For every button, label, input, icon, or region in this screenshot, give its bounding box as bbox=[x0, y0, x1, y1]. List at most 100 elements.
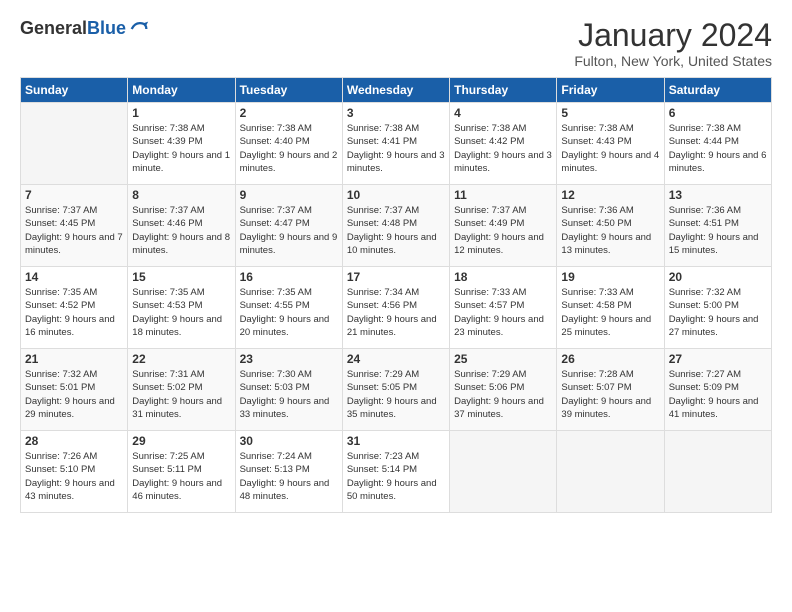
day-number: 25 bbox=[454, 352, 552, 366]
table-row: 14 Sunrise: 7:35 AMSunset: 4:52 PMDaylig… bbox=[21, 267, 128, 349]
table-row: 3 Sunrise: 7:38 AMSunset: 4:41 PMDayligh… bbox=[342, 103, 449, 185]
sun-info: Sunrise: 7:38 AMSunset: 4:43 PMDaylight:… bbox=[561, 122, 659, 175]
col-tuesday: Tuesday bbox=[235, 78, 342, 103]
table-row: 22 Sunrise: 7:31 AMSunset: 5:02 PMDaylig… bbox=[128, 349, 235, 431]
day-number: 22 bbox=[132, 352, 230, 366]
day-number: 11 bbox=[454, 188, 552, 202]
day-number: 5 bbox=[561, 106, 659, 120]
sun-info: Sunrise: 7:38 AMSunset: 4:39 PMDaylight:… bbox=[132, 122, 230, 175]
day-number: 12 bbox=[561, 188, 659, 202]
sun-info: Sunrise: 7:36 AMSunset: 4:51 PMDaylight:… bbox=[669, 204, 767, 257]
table-row: 2 Sunrise: 7:38 AMSunset: 4:40 PMDayligh… bbox=[235, 103, 342, 185]
day-number: 30 bbox=[240, 434, 338, 448]
day-number: 10 bbox=[347, 188, 445, 202]
calendar-week-3: 14 Sunrise: 7:35 AMSunset: 4:52 PMDaylig… bbox=[21, 267, 772, 349]
sun-info: Sunrise: 7:32 AMSunset: 5:01 PMDaylight:… bbox=[25, 368, 123, 421]
logo-general: General bbox=[20, 18, 87, 38]
table-row: 28 Sunrise: 7:26 AMSunset: 5:10 PMDaylig… bbox=[21, 431, 128, 513]
sun-info: Sunrise: 7:35 AMSunset: 4:52 PMDaylight:… bbox=[25, 286, 123, 339]
sun-info: Sunrise: 7:34 AMSunset: 4:56 PMDaylight:… bbox=[347, 286, 445, 339]
day-number: 4 bbox=[454, 106, 552, 120]
day-number: 8 bbox=[132, 188, 230, 202]
title-block: January 2024 Fulton, New York, United St… bbox=[574, 18, 772, 69]
sun-info: Sunrise: 7:38 AMSunset: 4:40 PMDaylight:… bbox=[240, 122, 338, 175]
table-row: 6 Sunrise: 7:38 AMSunset: 4:44 PMDayligh… bbox=[664, 103, 771, 185]
table-row: 10 Sunrise: 7:37 AMSunset: 4:48 PMDaylig… bbox=[342, 185, 449, 267]
header-row: Sunday Monday Tuesday Wednesday Thursday… bbox=[21, 78, 772, 103]
table-row bbox=[21, 103, 128, 185]
sun-info: Sunrise: 7:32 AMSunset: 5:00 PMDaylight:… bbox=[669, 286, 767, 339]
day-number: 18 bbox=[454, 270, 552, 284]
sun-info: Sunrise: 7:37 AMSunset: 4:48 PMDaylight:… bbox=[347, 204, 445, 257]
col-saturday: Saturday bbox=[664, 78, 771, 103]
table-row: 29 Sunrise: 7:25 AMSunset: 5:11 PMDaylig… bbox=[128, 431, 235, 513]
table-row: 15 Sunrise: 7:35 AMSunset: 4:53 PMDaylig… bbox=[128, 267, 235, 349]
table-row: 24 Sunrise: 7:29 AMSunset: 5:05 PMDaylig… bbox=[342, 349, 449, 431]
table-row: 30 Sunrise: 7:24 AMSunset: 5:13 PMDaylig… bbox=[235, 431, 342, 513]
sun-info: Sunrise: 7:38 AMSunset: 4:41 PMDaylight:… bbox=[347, 122, 445, 175]
day-number: 9 bbox=[240, 188, 338, 202]
table-row bbox=[557, 431, 664, 513]
calendar-table: Sunday Monday Tuesday Wednesday Thursday… bbox=[20, 77, 772, 513]
sun-info: Sunrise: 7:36 AMSunset: 4:50 PMDaylight:… bbox=[561, 204, 659, 257]
page: GeneralBlue January 2024 Fulton, New Yor… bbox=[0, 0, 792, 612]
day-number: 17 bbox=[347, 270, 445, 284]
location: Fulton, New York, United States bbox=[574, 53, 772, 69]
calendar-week-1: 1 Sunrise: 7:38 AMSunset: 4:39 PMDayligh… bbox=[21, 103, 772, 185]
sun-info: Sunrise: 7:25 AMSunset: 5:11 PMDaylight:… bbox=[132, 450, 230, 503]
day-number: 26 bbox=[561, 352, 659, 366]
sun-info: Sunrise: 7:37 AMSunset: 4:49 PMDaylight:… bbox=[454, 204, 552, 257]
logo-icon bbox=[128, 18, 150, 40]
table-row: 18 Sunrise: 7:33 AMSunset: 4:57 PMDaylig… bbox=[450, 267, 557, 349]
col-sunday: Sunday bbox=[21, 78, 128, 103]
calendar-week-2: 7 Sunrise: 7:37 AMSunset: 4:45 PMDayligh… bbox=[21, 185, 772, 267]
day-number: 7 bbox=[25, 188, 123, 202]
day-number: 24 bbox=[347, 352, 445, 366]
table-row: 13 Sunrise: 7:36 AMSunset: 4:51 PMDaylig… bbox=[664, 185, 771, 267]
day-number: 13 bbox=[669, 188, 767, 202]
month-title: January 2024 bbox=[574, 18, 772, 53]
table-row: 19 Sunrise: 7:33 AMSunset: 4:58 PMDaylig… bbox=[557, 267, 664, 349]
day-number: 16 bbox=[240, 270, 338, 284]
table-row: 4 Sunrise: 7:38 AMSunset: 4:42 PMDayligh… bbox=[450, 103, 557, 185]
sun-info: Sunrise: 7:28 AMSunset: 5:07 PMDaylight:… bbox=[561, 368, 659, 421]
day-number: 21 bbox=[25, 352, 123, 366]
day-number: 3 bbox=[347, 106, 445, 120]
sun-info: Sunrise: 7:24 AMSunset: 5:13 PMDaylight:… bbox=[240, 450, 338, 503]
day-number: 29 bbox=[132, 434, 230, 448]
logo: GeneralBlue bbox=[20, 18, 150, 40]
table-row: 7 Sunrise: 7:37 AMSunset: 4:45 PMDayligh… bbox=[21, 185, 128, 267]
sun-info: Sunrise: 7:29 AMSunset: 5:05 PMDaylight:… bbox=[347, 368, 445, 421]
table-row: 21 Sunrise: 7:32 AMSunset: 5:01 PMDaylig… bbox=[21, 349, 128, 431]
sun-info: Sunrise: 7:33 AMSunset: 4:58 PMDaylight:… bbox=[561, 286, 659, 339]
day-number: 19 bbox=[561, 270, 659, 284]
table-row: 17 Sunrise: 7:34 AMSunset: 4:56 PMDaylig… bbox=[342, 267, 449, 349]
table-row: 9 Sunrise: 7:37 AMSunset: 4:47 PMDayligh… bbox=[235, 185, 342, 267]
day-number: 23 bbox=[240, 352, 338, 366]
table-row: 11 Sunrise: 7:37 AMSunset: 4:49 PMDaylig… bbox=[450, 185, 557, 267]
day-number: 15 bbox=[132, 270, 230, 284]
day-number: 14 bbox=[25, 270, 123, 284]
table-row bbox=[664, 431, 771, 513]
sun-info: Sunrise: 7:37 AMSunset: 4:47 PMDaylight:… bbox=[240, 204, 338, 257]
table-row: 25 Sunrise: 7:29 AMSunset: 5:06 PMDaylig… bbox=[450, 349, 557, 431]
header: GeneralBlue January 2024 Fulton, New Yor… bbox=[20, 18, 772, 69]
sun-info: Sunrise: 7:23 AMSunset: 5:14 PMDaylight:… bbox=[347, 450, 445, 503]
calendar-week-4: 21 Sunrise: 7:32 AMSunset: 5:01 PMDaylig… bbox=[21, 349, 772, 431]
sun-info: Sunrise: 7:35 AMSunset: 4:55 PMDaylight:… bbox=[240, 286, 338, 339]
table-row: 20 Sunrise: 7:32 AMSunset: 5:00 PMDaylig… bbox=[664, 267, 771, 349]
day-number: 28 bbox=[25, 434, 123, 448]
sun-info: Sunrise: 7:33 AMSunset: 4:57 PMDaylight:… bbox=[454, 286, 552, 339]
table-row: 5 Sunrise: 7:38 AMSunset: 4:43 PMDayligh… bbox=[557, 103, 664, 185]
sun-info: Sunrise: 7:27 AMSunset: 5:09 PMDaylight:… bbox=[669, 368, 767, 421]
sun-info: Sunrise: 7:37 AMSunset: 4:46 PMDaylight:… bbox=[132, 204, 230, 257]
table-row: 23 Sunrise: 7:30 AMSunset: 5:03 PMDaylig… bbox=[235, 349, 342, 431]
table-row: 26 Sunrise: 7:28 AMSunset: 5:07 PMDaylig… bbox=[557, 349, 664, 431]
table-row bbox=[450, 431, 557, 513]
day-number: 2 bbox=[240, 106, 338, 120]
table-row: 16 Sunrise: 7:35 AMSunset: 4:55 PMDaylig… bbox=[235, 267, 342, 349]
table-row: 1 Sunrise: 7:38 AMSunset: 4:39 PMDayligh… bbox=[128, 103, 235, 185]
day-number: 1 bbox=[132, 106, 230, 120]
sun-info: Sunrise: 7:31 AMSunset: 5:02 PMDaylight:… bbox=[132, 368, 230, 421]
col-thursday: Thursday bbox=[450, 78, 557, 103]
